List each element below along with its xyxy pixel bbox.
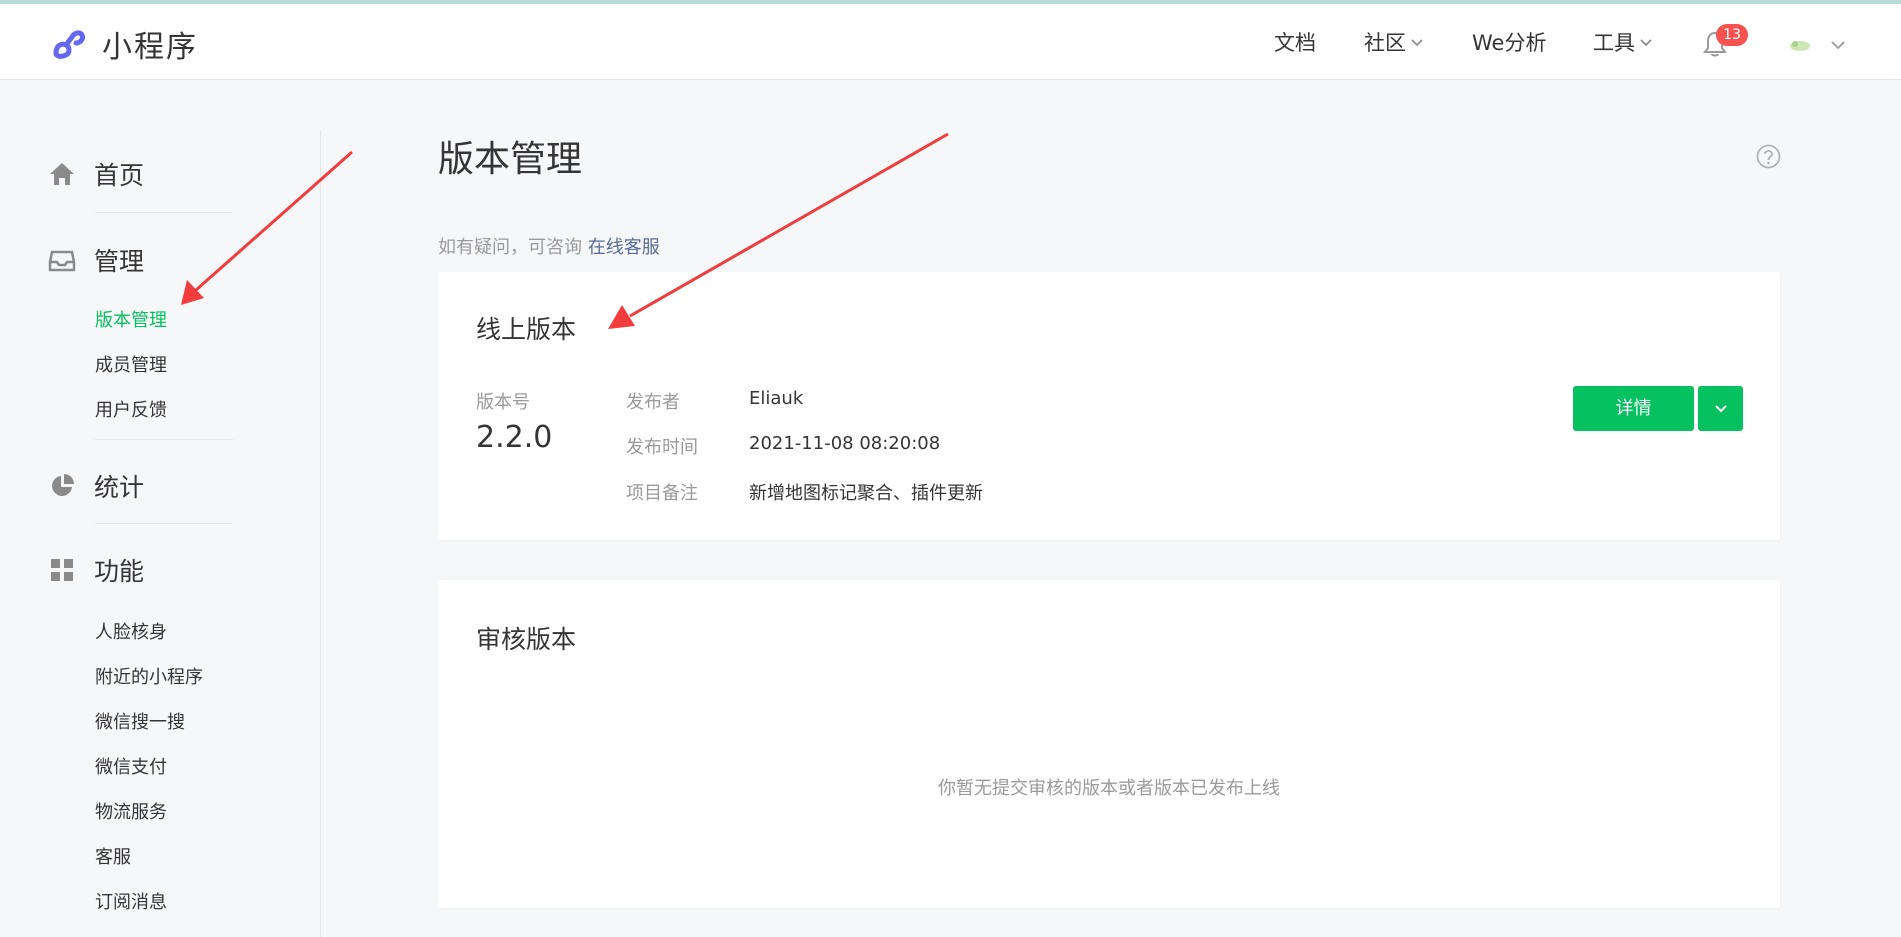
help-icon[interactable] <box>1756 144 1781 169</box>
avatar[interactable] <box>1786 38 1814 52</box>
sidebar-features-label: 功能 <box>94 557 145 586</box>
publisher-label: 发布者 <box>626 392 680 413</box>
nav-we-analysis[interactable]: We分析 <box>1472 4 1546 80</box>
chevron-down-icon[interactable] <box>1830 38 1846 52</box>
online-version-title: 线上版本 <box>476 315 577 344</box>
nav-we-analysis-label: We分析 <box>1472 31 1547 55</box>
nav-tools-label: 工具 <box>1593 31 1635 55</box>
nav-docs-label: 文档 <box>1274 31 1316 55</box>
sidebar: 首页 管理 版本管理 成员管理 用户反馈 统计 功能 人脸核身 附近的小程序 微… <box>0 130 321 937</box>
sidebar-item-features[interactable]: 功能 <box>48 552 144 588</box>
sidebar-item-manage[interactable]: 管理 <box>48 242 144 278</box>
review-version-title: 审核版本 <box>476 625 577 654</box>
publish-time-value: 2021-11-08 08:20:08 <box>749 433 941 454</box>
review-version-card: 审核版本 你暂无提交审核的版本或者版本已发布上线 <box>438 580 1780 908</box>
chevron-down-icon <box>1714 404 1727 412</box>
review-empty-text: 你暂无提交审核的版本或者版本已发布上线 <box>938 778 1280 799</box>
online-version-card: 线上版本 版本号 2.2.0 发布者 Eliauk 发布时间 2021-11-0… <box>438 272 1780 540</box>
logo[interactable]: 小程序 <box>48 22 198 66</box>
version-label: 版本号 <box>476 392 530 413</box>
sidebar-item-nearby[interactable]: 附近的小程序 <box>95 663 203 689</box>
sidebar-item-home[interactable]: 首页 <box>48 156 144 192</box>
page-title: 版本管理 <box>438 139 583 180</box>
help-tip: 如有疑问，可咨询 在线客服 <box>438 233 660 259</box>
inbox-icon <box>48 250 76 272</box>
app-name: 小程序 <box>102 30 198 65</box>
detail-button[interactable]: 详情 <box>1573 386 1694 431</box>
sidebar-item-member-manage[interactable]: 成员管理 <box>95 351 167 377</box>
note-value: 新增地图标记聚合、插件更新 <box>749 483 983 504</box>
version-number: 2.2.0 <box>476 420 553 455</box>
chevron-down-icon <box>1640 39 1652 47</box>
sidebar-item-version-manage[interactable]: 版本管理 <box>95 306 167 332</box>
sidebar-item-wechat-search[interactable]: 微信搜一搜 <box>95 708 185 734</box>
sidebar-divider <box>95 439 233 440</box>
sidebar-item-wechat-pay[interactable]: 微信支付 <box>95 753 167 779</box>
notification-badge: 13 <box>1716 24 1748 46</box>
sidebar-item-subscribe-message[interactable]: 订阅消息 <box>95 888 167 914</box>
sidebar-home-label: 首页 <box>94 161 145 190</box>
top-header: 小程序 文档 社区 We分析 工具 13 <box>0 4 1901 80</box>
chevron-down-icon <box>1411 39 1423 47</box>
sidebar-item-customer-service[interactable]: 客服 <box>95 843 131 869</box>
nav-docs[interactable]: 文档 <box>1274 4 1316 80</box>
note-label: 项目备注 <box>626 483 698 504</box>
home-icon <box>50 163 74 185</box>
more-actions-button[interactable] <box>1698 386 1743 431</box>
help-tip-text: 如有疑问，可咨询 <box>438 237 582 258</box>
sidebar-item-logistics[interactable]: 物流服务 <box>95 798 167 824</box>
sidebar-manage-label: 管理 <box>94 247 145 276</box>
online-support-link[interactable]: 在线客服 <box>588 237 660 258</box>
pie-chart-icon <box>52 474 74 496</box>
miniprogram-logo-icon <box>53 30 85 59</box>
publish-time-label: 发布时间 <box>626 437 698 458</box>
nav-tools[interactable]: 工具 <box>1593 4 1653 80</box>
sidebar-item-user-feedback[interactable]: 用户反馈 <box>95 396 167 422</box>
sidebar-item-face-verify[interactable]: 人脸核身 <box>95 618 167 644</box>
publisher-value: Eliauk <box>749 388 804 409</box>
grid-icon <box>51 559 73 581</box>
nav-community[interactable]: 社区 <box>1364 4 1424 80</box>
sidebar-divider <box>95 212 233 213</box>
nav-community-label: 社区 <box>1364 31 1406 55</box>
sidebar-divider <box>95 523 233 524</box>
sidebar-item-stats[interactable]: 统计 <box>48 468 144 504</box>
sidebar-stats-label: 统计 <box>94 473 145 502</box>
